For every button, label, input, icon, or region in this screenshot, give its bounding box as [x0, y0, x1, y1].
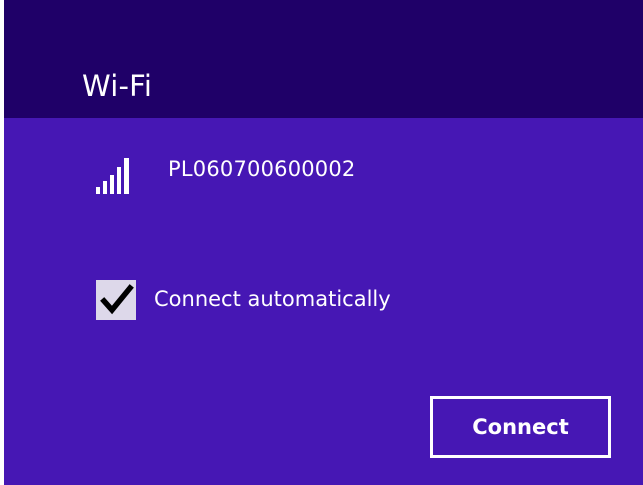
- wifi-signal-bars-icon: [96, 158, 129, 194]
- flyout-title: Wi-Fi: [82, 69, 153, 103]
- connect-automatically-checkbox[interactable]: [96, 280, 136, 320]
- wifi-flyout: Wi-Fi PL060700600002 Connect automatical…: [4, 0, 643, 485]
- connect-button[interactable]: Connect: [430, 396, 611, 458]
- network-item[interactable]: PL060700600002: [4, 118, 643, 238]
- flyout-header: Wi-Fi: [4, 0, 643, 118]
- network-ssid: PL060700600002: [168, 157, 356, 181]
- checkmark-icon: [100, 284, 134, 315]
- connect-automatically-label: Connect automatically: [154, 287, 391, 311]
